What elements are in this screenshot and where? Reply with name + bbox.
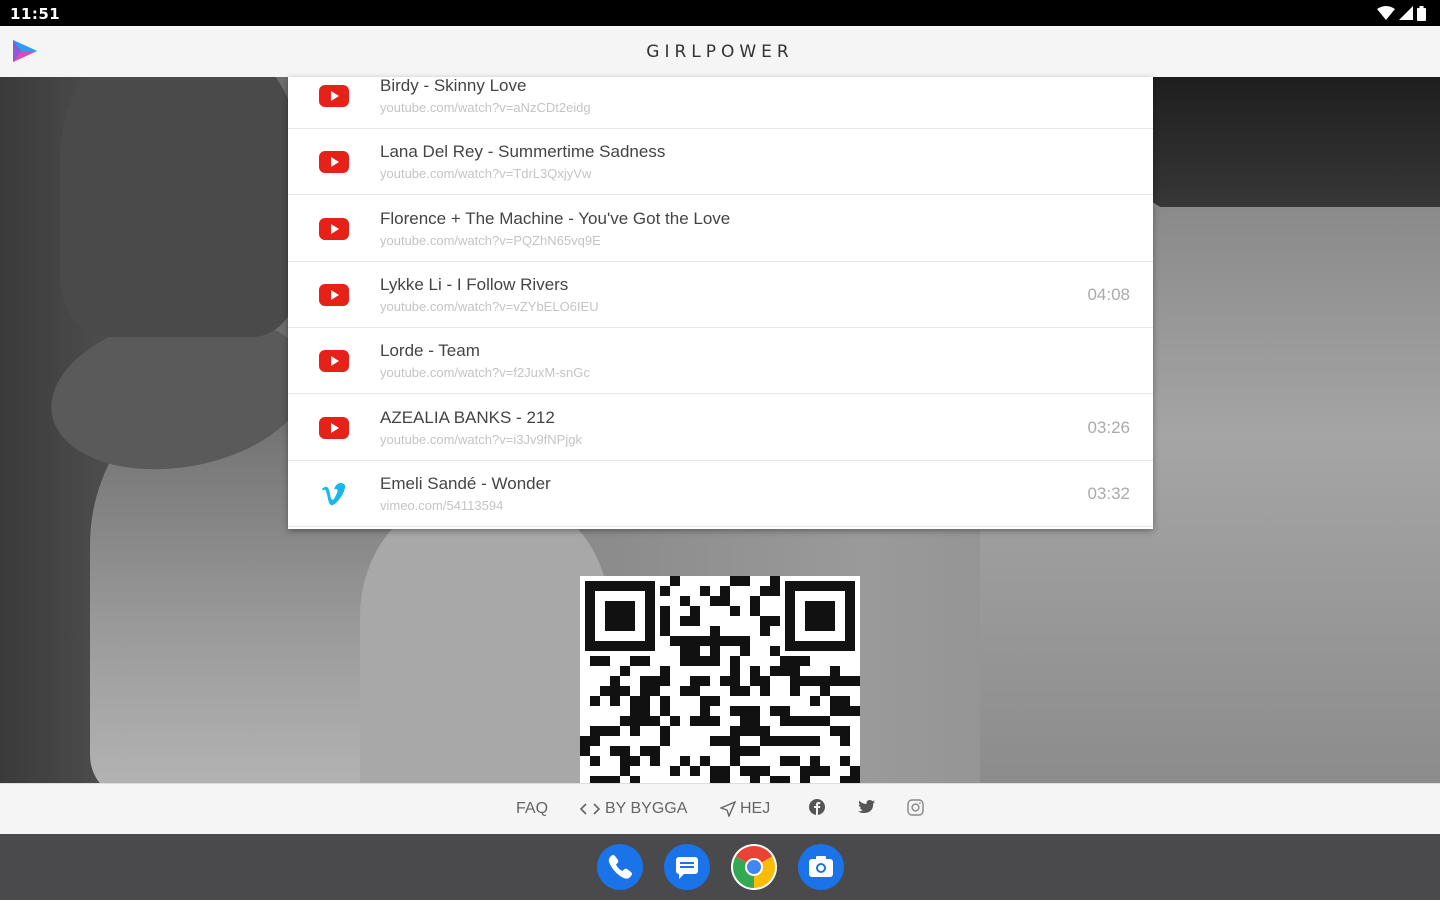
track-url: youtube.com/watch?v=PQZhN65vq9E xyxy=(380,233,601,248)
youtube-icon xyxy=(319,417,349,439)
track-row[interactable]: Emeli Sandé - Wonder vimeo.com/54113594 03… xyxy=(288,461,1153,527)
track-row[interactable]: Lorde - Team youtube.com/watch?v=f2JuxM-s… xyxy=(288,328,1153,394)
code-icon xyxy=(579,803,601,815)
status-bar: 11:51 xyxy=(0,0,1440,26)
track-url: youtube.com/watch?v=TdrL3QxjyVw xyxy=(380,166,592,181)
facebook-icon[interactable] xyxy=(809,799,825,815)
track-row[interactable]: AZEALIA BANKS - 212 youtube.com/watch?v=i… xyxy=(288,395,1153,461)
track-url: youtube.com/watch?v=i3Jv9fNPjgk xyxy=(380,432,582,447)
youtube-icon xyxy=(319,350,349,372)
track-duration: 04:08 xyxy=(1087,285,1130,304)
track-title: AZEALIA BANKS - 212 xyxy=(380,408,555,427)
footer-bar: FAQ BY BYGGA HEJ xyxy=(0,783,1440,834)
status-icons xyxy=(1377,5,1426,21)
app-bar: GIRLPOWER xyxy=(0,26,1440,77)
youtube-icon xyxy=(319,151,349,173)
track-title: Emeli Sandé - Wonder xyxy=(380,474,551,493)
track-title: Birdy - Skinny Love xyxy=(380,77,527,95)
track-row[interactable]: Lykke Li - I Follow Rivers youtube.com/wa… xyxy=(288,262,1153,328)
track-row[interactable]: Lana Del Rey - Summertime Sadness youtube… xyxy=(288,129,1153,195)
twitter-icon[interactable] xyxy=(858,800,875,814)
track-url: youtube.com/watch?v=aNzCDt2eidg xyxy=(380,100,591,115)
track-title: Lana Del Rey - Summertime Sadness xyxy=(380,142,666,161)
battery-icon xyxy=(1417,5,1426,21)
track-title: Lorde - Team xyxy=(380,341,480,360)
track-url: vimeo.com/54113594 xyxy=(380,498,504,513)
track-duration: 03:32 xyxy=(1087,484,1130,503)
send-icon xyxy=(720,801,736,817)
track-row[interactable]: Birdy - Skinny Love youtube.com/watch?v=a… xyxy=(288,77,1153,129)
track-duration: 03:26 xyxy=(1087,418,1130,437)
messages-app-icon[interactable] xyxy=(664,844,710,890)
track-title: Lykke Li - I Follow Rivers xyxy=(380,275,569,294)
qr-code xyxy=(580,576,860,783)
navigation-dock xyxy=(0,834,1440,900)
phone-app-icon[interactable] xyxy=(597,844,643,890)
track-row[interactable]: Florence + The Machine - You've Got the … xyxy=(288,196,1153,262)
instagram-icon[interactable] xyxy=(907,799,924,816)
chrome-app-icon[interactable] xyxy=(731,844,777,890)
camera-app-icon[interactable] xyxy=(798,844,844,890)
youtube-icon xyxy=(319,218,349,240)
by-bygga-link[interactable]: BY BYGGA xyxy=(579,800,687,818)
wifi-icon xyxy=(1377,6,1395,20)
faq-link[interactable]: FAQ xyxy=(516,800,548,818)
vimeo-icon xyxy=(322,483,346,506)
app-title: GIRLPOWER xyxy=(646,42,794,62)
hej-link[interactable]: HEJ xyxy=(720,800,770,818)
youtube-icon xyxy=(319,85,349,107)
status-time: 11:51 xyxy=(10,5,61,23)
track-url: youtube.com/watch?v=f2JuxM-snGc xyxy=(380,365,590,380)
track-title: Florence + The Machine - You've Got the … xyxy=(380,209,731,228)
playlist: Birdy - Skinny Love youtube.com/watch?v=a… xyxy=(288,77,1153,529)
signal-icon xyxy=(1399,6,1413,20)
youtube-icon xyxy=(319,284,349,306)
track-url: youtube.com/watch?v=vZYbELO6IEU xyxy=(380,299,599,314)
